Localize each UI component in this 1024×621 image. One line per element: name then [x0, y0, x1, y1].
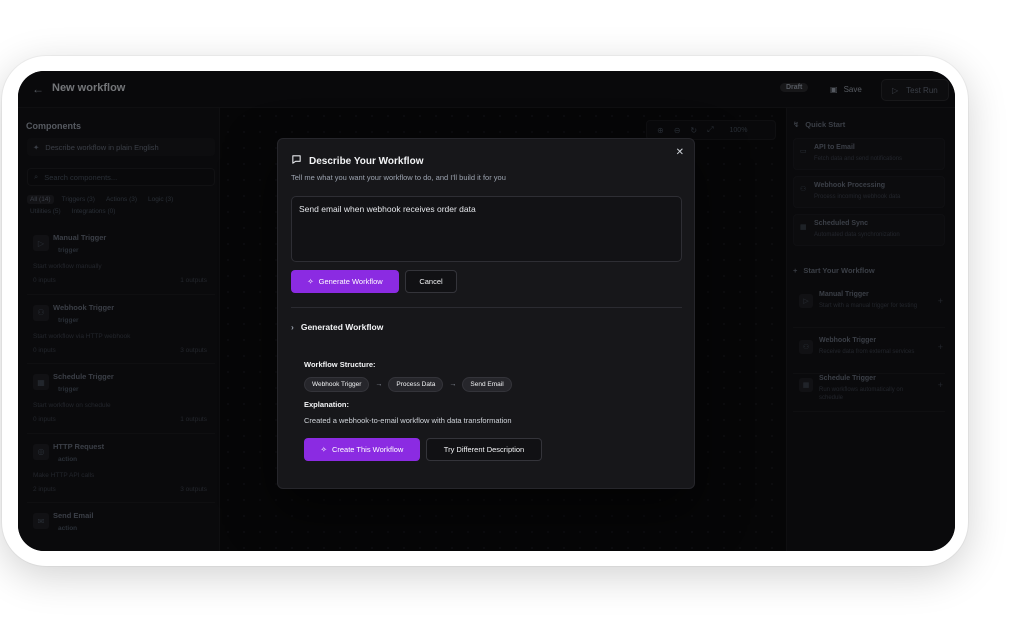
generate-workflow-button[interactable]: ✧ Generate Workflow	[291, 270, 399, 293]
workflow-structure: Webhook Trigger → Process Data → Send Em…	[304, 377, 512, 392]
device-frame: ← New workflow Draft ▣ Save ▷ Test Run C…	[2, 56, 968, 566]
try-different-description-button[interactable]: Try Different Description	[426, 438, 542, 461]
generate-label: Generate Workflow	[318, 277, 383, 286]
magic-wand-icon: ✧	[307, 277, 314, 286]
chat-icon	[291, 154, 302, 168]
dialog-subtitle: Tell me what you want your workflow to d…	[291, 173, 506, 182]
cancel-button[interactable]: Cancel	[405, 270, 457, 293]
workflow-description-input[interactable]: Send email when webhook receives order d…	[291, 196, 682, 262]
describe-workflow-dialog: ✕ Describe Your Workflow Tell me what yo…	[277, 138, 695, 489]
magic-wand-icon: ✧	[320, 445, 327, 454]
explanation-text: Created a webhook-to-email workflow with…	[304, 416, 512, 425]
create-label: Create This Workflow	[331, 445, 404, 454]
app-screen: ← New workflow Draft ▣ Save ▷ Test Run C…	[18, 71, 955, 551]
arrow-right-icon: →	[375, 381, 383, 388]
flow-step: Webhook Trigger	[304, 377, 370, 392]
dialog-title: Describe Your Workflow	[291, 154, 423, 168]
create-workflow-button[interactable]: ✧ Create This Workflow	[304, 438, 420, 461]
divider	[291, 307, 682, 308]
generated-workflow-toggle[interactable]: › Generated Workflow	[291, 322, 383, 332]
dialog-title-text: Describe Your Workflow	[309, 155, 424, 167]
close-icon[interactable]: ✕	[676, 147, 684, 158]
flow-step: Process Data	[388, 377, 444, 392]
chevron-right-icon: ›	[291, 322, 294, 332]
structure-label: Workflow Structure:	[304, 360, 376, 369]
flow-step: Send Email	[462, 377, 512, 392]
arrow-right-icon: →	[449, 381, 457, 388]
explanation-label: Explanation:	[304, 400, 350, 409]
generated-title: Generated Workflow	[300, 322, 384, 332]
